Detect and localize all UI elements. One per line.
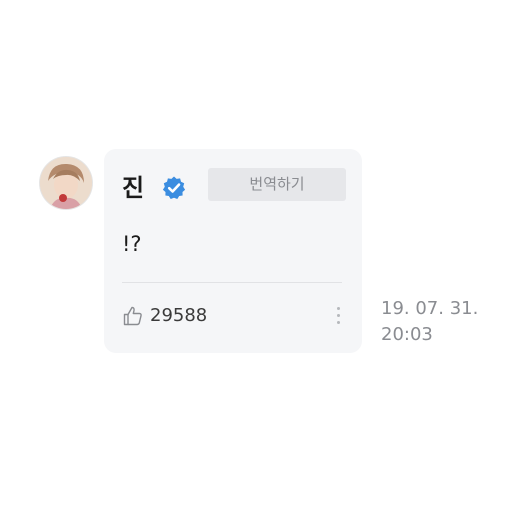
translate-button[interactable]: 번역하기 — [208, 168, 346, 201]
comment-timestamp: 19. 07. 31. 20:03 — [381, 296, 478, 348]
avatar-image — [40, 157, 92, 209]
divider — [122, 282, 342, 283]
author-avatar[interactable] — [40, 157, 92, 209]
comment-date: 19. 07. 31. — [381, 298, 479, 319]
verified-badge-icon — [161, 175, 187, 201]
more-vertical-icon[interactable] — [333, 307, 343, 329]
thumbs-up-icon[interactable] — [122, 305, 144, 327]
comment-text: !? — [122, 232, 142, 256]
comment-time: 20:03 — [381, 324, 433, 345]
author-name[interactable]: 진 — [122, 173, 144, 203]
comment-card: 진 번역하기 !? 29588 — [104, 149, 362, 353]
like-count: 29588 — [150, 305, 208, 326]
